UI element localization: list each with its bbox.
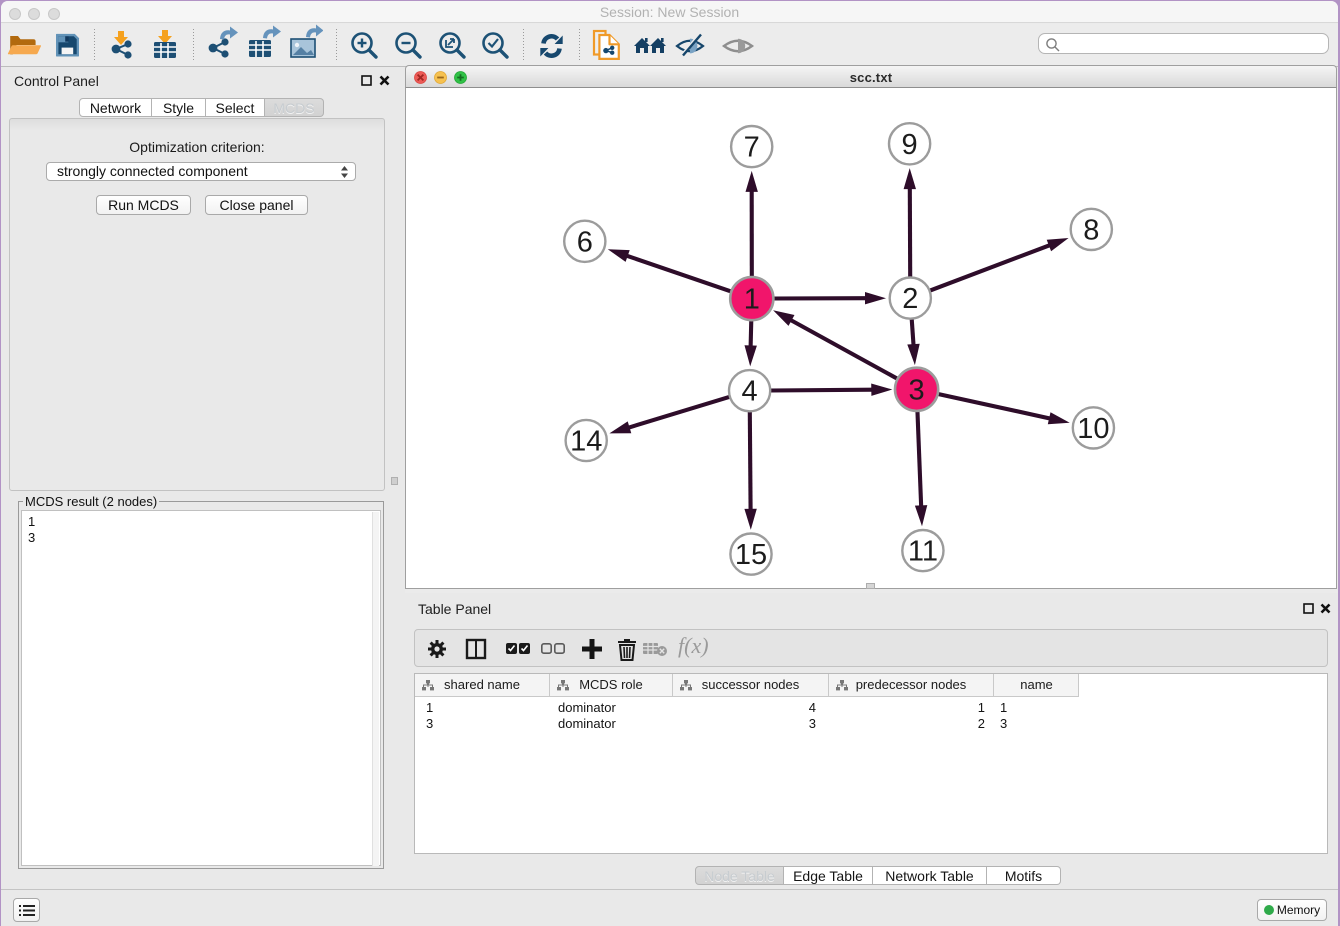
svg-text:4: 4 — [742, 376, 758, 408]
svg-text:3: 3 — [909, 374, 925, 406]
svg-text:2: 2 — [902, 283, 918, 315]
svg-text:14: 14 — [570, 426, 602, 458]
svg-text:1: 1 — [744, 284, 760, 316]
svg-text:7: 7 — [744, 132, 760, 164]
svg-text:9: 9 — [902, 129, 918, 161]
svg-text:8: 8 — [1083, 214, 1099, 246]
svg-text:10: 10 — [1077, 413, 1109, 445]
svg-text:11: 11 — [908, 536, 938, 568]
svg-text:6: 6 — [577, 226, 593, 258]
svg-text:15: 15 — [735, 539, 767, 571]
